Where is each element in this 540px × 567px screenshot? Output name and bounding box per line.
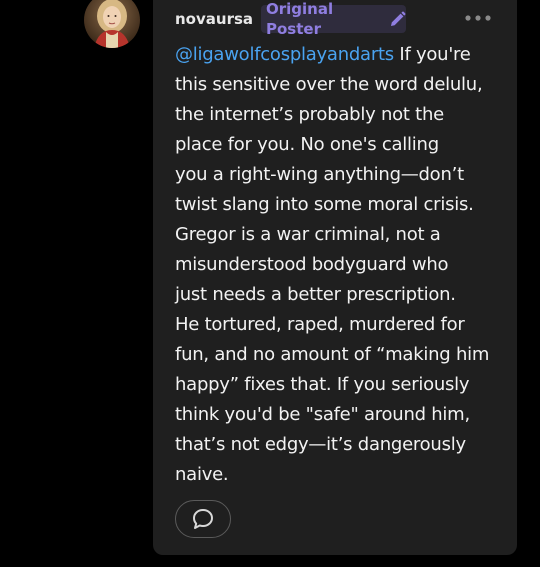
- comment-text: If you're: [393, 44, 471, 65]
- comment-line: twist slang into some moral crisis.: [175, 194, 474, 215]
- comment-body: @ligawolfcosplayandarts If you're this s…: [175, 40, 505, 490]
- comment-line: He tortured, raped, murdered for: [175, 314, 465, 335]
- comment-line: happy” fixes that. If you seriously: [175, 374, 470, 395]
- comment-line: the internet’s probably not the: [175, 104, 444, 125]
- comment-line: you a right-wing anything—don’t: [175, 164, 464, 185]
- more-options-button[interactable]: [464, 8, 492, 28]
- reply-button[interactable]: [175, 500, 231, 538]
- comment-bubble-icon: [193, 509, 213, 529]
- pencil-icon: [389, 11, 406, 28]
- comment-line: that’s not edgy—it’s dangerously: [175, 434, 466, 455]
- original-poster-label: Original Poster: [266, 0, 334, 38]
- comment-line: misunderstood bodyguard who: [175, 254, 449, 275]
- comment-line: this sensitive over the word delulu,: [175, 74, 483, 95]
- comment-line: Gregor is a war criminal, not a: [175, 224, 441, 245]
- comment-line: @ligawolfcosplayandarts If you're: [175, 40, 505, 70]
- comment-line: place for you. No one's calling: [175, 134, 439, 155]
- comment-line: think you'd be "safe" around him,: [175, 404, 470, 425]
- avatar[interactable]: [84, 0, 140, 48]
- avatar-portrait: [84, 0, 140, 48]
- more-options-icon: [465, 15, 491, 21]
- comment-line: naive.: [175, 464, 229, 485]
- original-poster-badge: Original Poster: [261, 0, 406, 38]
- author-username[interactable]: novaursa: [175, 9, 253, 29]
- comment-line: just needs a better prescription.: [175, 284, 456, 305]
- comment-thread: novaursa Original Poster @ligawolfcospla…: [0, 0, 540, 567]
- comment-line: fun, and no amount of “making him: [175, 344, 490, 365]
- user-mention-link[interactable]: @ligawolfcosplayandarts: [175, 44, 394, 65]
